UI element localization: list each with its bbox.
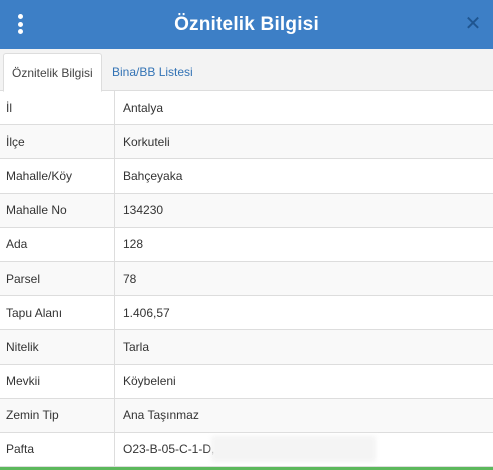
attribute-value: 134230 (123, 203, 164, 218)
table-row: İl Antalya (0, 91, 493, 126)
attribute-key: Mevkii (0, 364, 115, 398)
table-row: Pafta O23-B-05-C-1-D, (0, 432, 493, 468)
attribute-key: Parsel (0, 261, 115, 296)
tab-bina-bb-listesi[interactable]: Bina/BB Listesi (104, 53, 201, 91)
attribute-key: Tapu Alanı (0, 296, 115, 330)
attribute-value: 1.406,57 (123, 305, 170, 320)
tab-bar: Öznitelik Bilgisi Bina/BB Listesi (0, 49, 493, 92)
table-row: Ada 128 (0, 227, 493, 262)
menu-dot (17, 29, 23, 34)
table-row: İlçe Korkuteli (0, 125, 493, 160)
attribute-table: İl Antalya İlçe Korkuteli Mahalle/Köy Ba… (0, 91, 493, 468)
table-row: Mevkii Köybeleni (0, 364, 493, 399)
attribute-value: Köybeleni (123, 374, 176, 389)
attribute-key: Nitelik (0, 330, 115, 364)
tab-oznitelik-bilgisi[interactable]: Öznitelik Bilgisi (3, 53, 102, 92)
attribute-key: Ada (0, 227, 115, 261)
menu-dot (17, 21, 23, 27)
attribute-key: Pafta (0, 432, 115, 467)
vertical-dots-icon[interactable] (13, 13, 27, 35)
dialog-title: Öznitelik Bilgisi (174, 13, 319, 35)
attribute-value: 128 (123, 237, 144, 252)
close-icon[interactable]: ✕ (464, 14, 482, 34)
redacted-area (211, 435, 376, 462)
table-row: Mahalle No 134230 (0, 193, 493, 228)
menu-dot (17, 14, 23, 19)
table-row: Parsel 78 (0, 261, 493, 297)
attribute-key: Zemin Tip (0, 398, 115, 432)
attribute-value: Ana Taşınmaz (123, 408, 199, 423)
attribute-key: Mahalle No (0, 193, 115, 227)
table-row: Zemin Tip Ana Taşınmaz (0, 398, 493, 433)
attribute-value: Tarla (123, 339, 150, 354)
attribute-value: Korkuteli (123, 134, 170, 149)
attribute-value: Antalya (123, 100, 164, 115)
table-row: Nitelik Tarla (0, 330, 493, 365)
attribute-key: İlçe (0, 125, 115, 159)
attribute-key: Mahalle/Köy (0, 159, 115, 193)
attribute-value: Bahçeyaka (123, 168, 183, 183)
dialog-header: Öznitelik Bilgisi ✕ (0, 0, 493, 49)
table-row: Tapu Alanı 1.406,57 (0, 296, 493, 331)
attribute-value: 78 (123, 271, 137, 286)
attribute-key: İl (0, 91, 115, 125)
table-row: Mahalle/Köy Bahçeyaka (0, 159, 493, 194)
